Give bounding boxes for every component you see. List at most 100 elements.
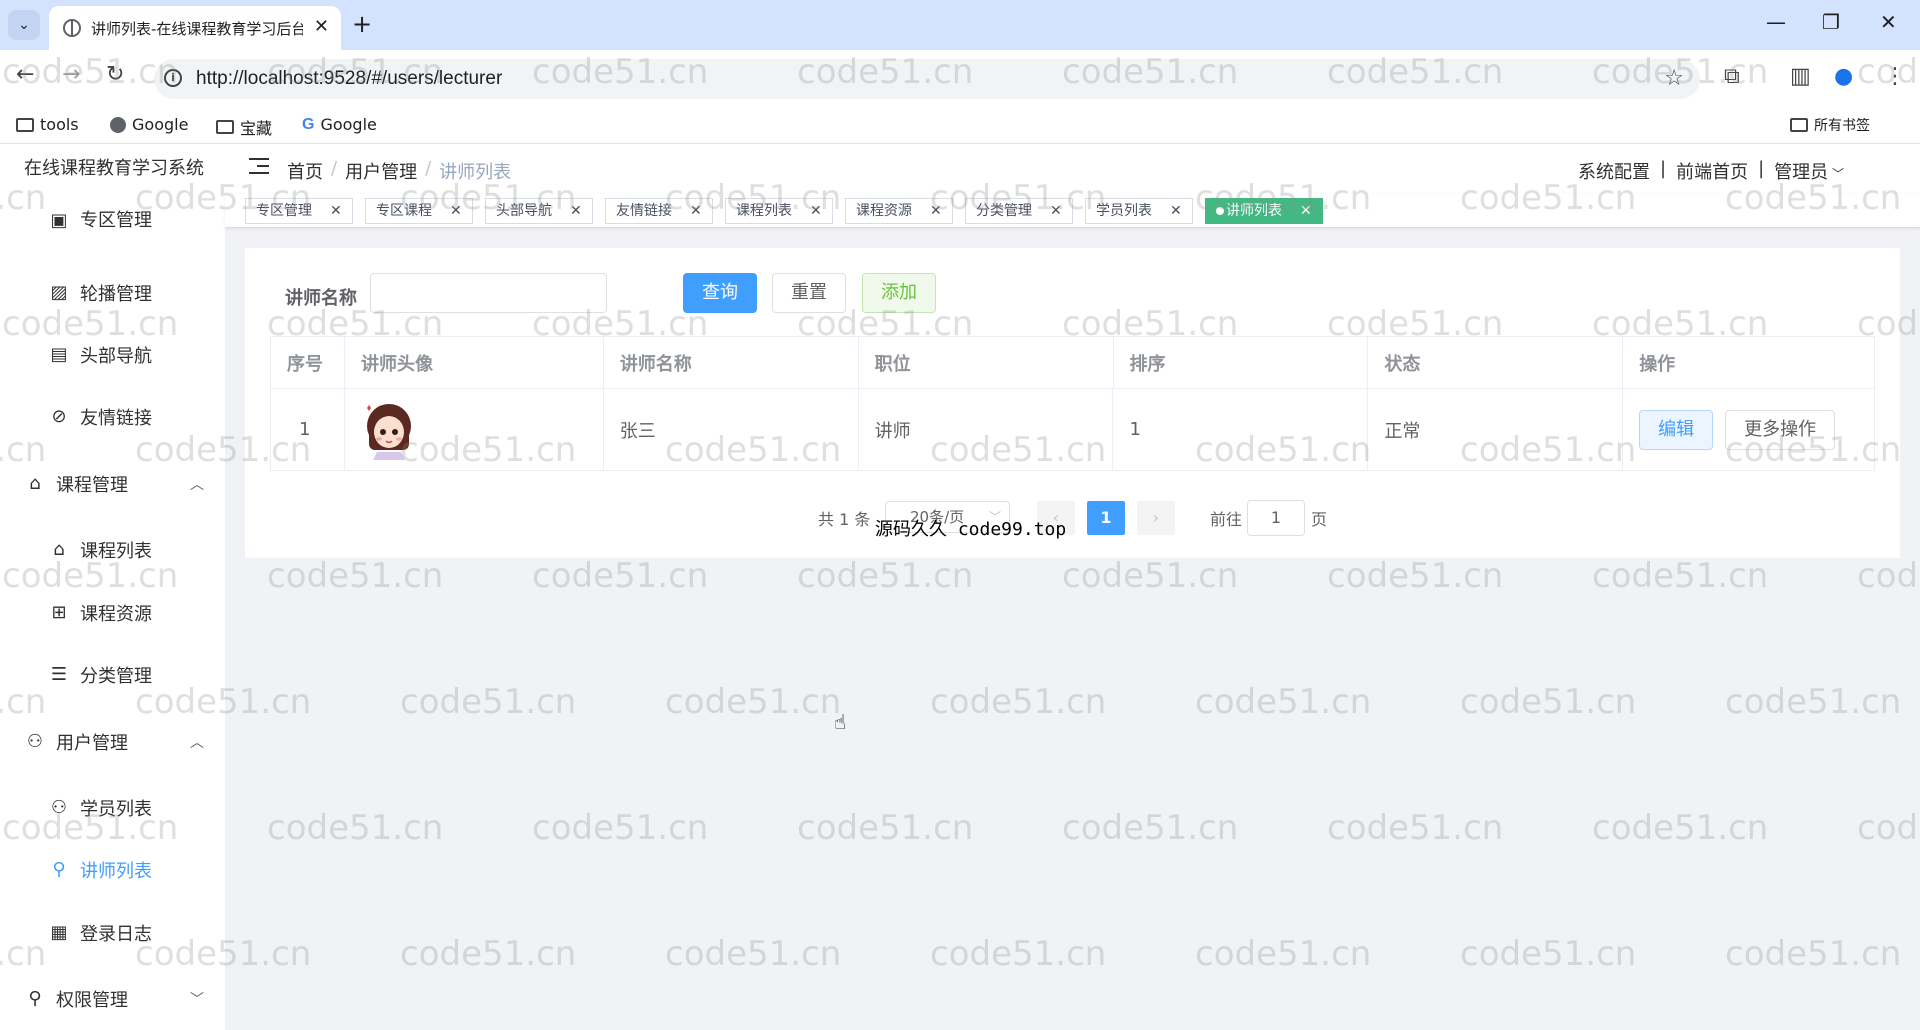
- back-icon[interactable]: ←: [16, 62, 34, 87]
- address-bar[interactable]: i http://localhost:9528/#/users/lecturer…: [154, 59, 1700, 99]
- browser-tab[interactable]: 讲师列表-在线课程教育学习后台 ✕: [49, 6, 341, 50]
- close-window-button[interactable]: ✕: [1880, 10, 1897, 34]
- lecturer-name-input[interactable]: [370, 273, 607, 313]
- all-bookmarks[interactable]: 所有书签: [1790, 115, 1870, 135]
- sidebar-item-label: 友情链接: [80, 408, 152, 429]
- minimize-button[interactable]: —: [1766, 10, 1786, 34]
- sidebar-item-students[interactable]: ⚇ 学员列表: [48, 788, 152, 828]
- tag-course-resources[interactable]: 课程资源 ✕: [845, 198, 953, 224]
- sidebar-group-permission[interactable]: ⚲ 权限管理 ﹀: [24, 979, 204, 1019]
- active-dot: [1216, 207, 1224, 215]
- add-button[interactable]: 添加: [862, 273, 936, 313]
- globe-icon: [63, 19, 81, 37]
- page-number-current[interactable]: 1: [1087, 501, 1125, 535]
- restore-button[interactable]: ❐: [1822, 10, 1840, 34]
- sidebar-item-lecturers[interactable]: ⚲ 讲师列表: [48, 850, 152, 890]
- sidebar-group-course[interactable]: ⌂ 课程管理 ︿: [24, 464, 204, 504]
- watermark-text: code51.cn: [1725, 934, 1902, 974]
- close-icon[interactable]: ✕: [1300, 203, 1312, 219]
- close-icon[interactable]: ✕: [1170, 203, 1182, 219]
- tag-friend-links[interactable]: 友情链接 ✕: [605, 198, 713, 224]
- admin-dropdown[interactable]: 管理员 ﹀: [1774, 158, 1844, 184]
- bookmark-tools[interactable]: tools: [16, 115, 79, 134]
- close-icon[interactable]: ✕: [1050, 203, 1062, 219]
- watermark-text: code51.cn: [1460, 682, 1637, 722]
- table-row: 1 张三 讲师 1 正常 编辑 更多操作: [271, 389, 1876, 471]
- side-panel-icon[interactable]: ▥: [1790, 64, 1811, 89]
- cell-index: 1: [271, 389, 345, 471]
- close-icon[interactable]: ✕: [570, 203, 582, 219]
- tag-header-nav[interactable]: 头部导航 ✕: [485, 198, 593, 224]
- bookmark-star-icon[interactable]: ☆: [1664, 66, 1684, 91]
- cell-avatar: [344, 389, 604, 471]
- hamburger-icon[interactable]: [249, 158, 269, 176]
- new-tab-button[interactable]: +: [352, 10, 372, 38]
- extensions-icon[interactable]: ⧉: [1724, 64, 1740, 89]
- close-tab-icon[interactable]: ✕: [314, 16, 329, 37]
- sidebar-item-course-list[interactable]: ⌂ 课程列表: [48, 530, 152, 570]
- site-info-icon[interactable]: i: [164, 69, 182, 87]
- folder-icon: [16, 117, 34, 132]
- bookmark-google-2[interactable]: G Google: [302, 115, 377, 134]
- goto-page-input[interactable]: 1: [1247, 500, 1305, 536]
- watermark-text: code51.cn: [400, 934, 577, 974]
- watermark-text: code51.cn: [1327, 808, 1504, 848]
- more-actions-button[interactable]: 更多操作: [1725, 409, 1836, 450]
- reset-button[interactable]: 重置: [772, 273, 846, 313]
- cell-actions: 编辑 更多操作: [1623, 389, 1876, 471]
- close-icon[interactable]: ✕: [930, 203, 942, 219]
- bookmark-treasure[interactable]: 宝藏: [216, 115, 272, 139]
- sidebar-item-category[interactable]: ☰ 分类管理: [48, 655, 152, 695]
- tag-course-list[interactable]: 课程列表 ✕: [725, 198, 833, 224]
- breadcrumb-user-management[interactable]: 用户管理: [345, 158, 417, 184]
- goto-label: 前往: [1210, 510, 1243, 529]
- tag-label: 课程列表: [736, 203, 792, 219]
- close-icon[interactable]: ✕: [690, 203, 702, 219]
- tag-lecturers-active[interactable]: 讲师列表 ✕: [1205, 198, 1323, 224]
- tag-zone-management[interactable]: 专区管理 ✕: [245, 198, 353, 224]
- breadcrumb-home[interactable]: 首页: [287, 158, 323, 184]
- next-page-button[interactable]: ›: [1137, 501, 1175, 535]
- browser-tabstrip: ⌄ 讲师列表-在线课程教育学习后台 ✕ + — ❐ ✕: [0, 0, 1920, 50]
- query-button[interactable]: 查询: [683, 273, 757, 313]
- watermark-text: code51.cn: [1460, 934, 1637, 974]
- sidebar-item-header-nav[interactable]: ▤ 头部导航: [48, 335, 152, 375]
- tab-search-button[interactable]: ⌄: [8, 10, 40, 40]
- sidebar-item-carousel[interactable]: ▨ 轮播管理: [48, 273, 152, 313]
- frontend-home-link[interactable]: 前端首页: [1676, 158, 1748, 184]
- edit-button[interactable]: 编辑: [1639, 409, 1714, 450]
- breadcrumb: 首页 / 用户管理 / 讲师列表: [287, 158, 511, 184]
- watermark-text: code51.cn: [1062, 556, 1239, 596]
- tag-zone-courses[interactable]: 专区课程 ✕: [365, 198, 473, 224]
- tag-students[interactable]: 学员列表 ✕: [1085, 198, 1193, 224]
- sidebar-item-course-resources[interactable]: ⊞ 课程资源: [48, 593, 152, 633]
- close-icon[interactable]: ✕: [330, 203, 342, 219]
- sidebar-group-user[interactable]: ⚇ 用户管理 ︿: [24, 722, 204, 762]
- tag-label: 讲师列表: [1226, 203, 1282, 219]
- watermark-text: code51.cn: [1725, 682, 1902, 722]
- sidebar-item-label: 课程列表: [80, 541, 152, 562]
- watermark-text: code51.cn: [665, 682, 842, 722]
- system-config-link[interactable]: 系统配置: [1578, 158, 1650, 184]
- header-separator: |: [1660, 158, 1667, 179]
- document-icon: ▦: [50, 922, 68, 943]
- column-header: 操作: [1623, 337, 1876, 389]
- sidebar-item-links[interactable]: ⊘ 友情链接: [48, 397, 152, 437]
- profile-icon[interactable]: ●: [1834, 64, 1853, 89]
- tag-category[interactable]: 分类管理 ✕: [965, 198, 1073, 224]
- tag-label: 课程资源: [856, 203, 912, 219]
- reload-icon[interactable]: ↻: [106, 62, 124, 87]
- forward-icon[interactable]: →: [62, 62, 80, 87]
- header-separator: |: [1758, 158, 1765, 179]
- breadcrumb-separator: /: [425, 158, 432, 179]
- watermark-text: code51.cn: [930, 934, 1107, 974]
- close-icon[interactable]: ✕: [810, 203, 822, 219]
- bookmark-google[interactable]: Google: [110, 115, 188, 134]
- menu-dots-icon[interactable]: ⋮: [1884, 64, 1906, 89]
- sidebar-item-login-log[interactable]: ▦ 登录日志: [48, 913, 152, 953]
- sidebar-item-label: 登录日志: [80, 924, 152, 945]
- sidebar-item-zone[interactable]: ▣ 专区管理: [48, 210, 152, 232]
- cell-sort: 1: [1113, 389, 1369, 471]
- folder-icon: [216, 120, 234, 134]
- close-icon[interactable]: ✕: [450, 203, 462, 219]
